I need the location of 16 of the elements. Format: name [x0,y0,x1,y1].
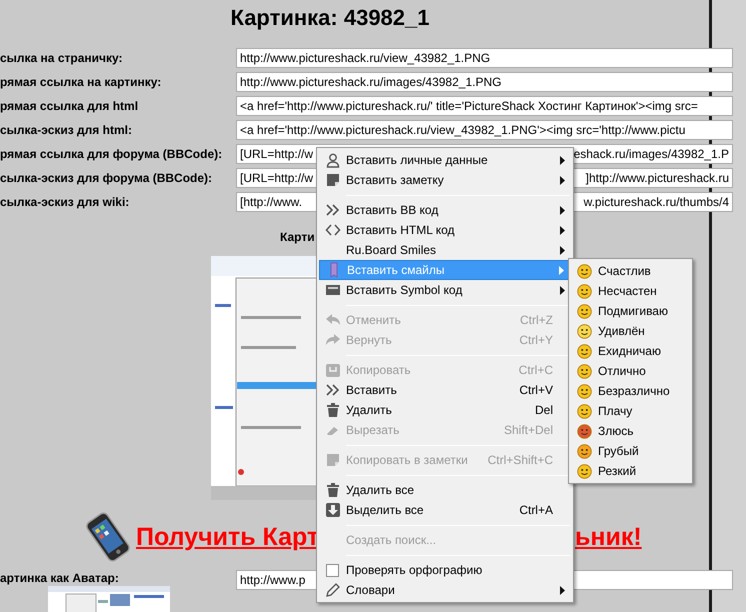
page-title: Картинка: 43982_1 [230,5,430,32]
field-text: [URL=http://w [240,170,314,187]
field-text: [http://www. [240,194,302,211]
field-label: сылка-эскиз для html: [0,122,132,139]
field-text: ]http://www.pictureshack.ru [586,170,729,187]
field-label: рямая ссылка для форума (BBCode): [0,146,222,163]
field-label: сылка-эскиз для форума (BBCode): [0,170,212,187]
field-label: сылка на страничку: [0,50,122,67]
field-label: рямая ссылка на картинку: [0,74,162,91]
field-text: w.pictureshack.ru/thumbs/4 [584,194,729,211]
field-text: [URL=http://w [240,146,314,163]
preview-heading: Карти [280,229,315,246]
field-label: сылка-эскиз для wiki: [0,194,130,211]
field-label: рямая ссылка для html [0,98,138,115]
field-text: eshack.ru/images/43982_1.P [574,146,729,163]
field-label: артинка как Аватар: [0,570,120,586]
